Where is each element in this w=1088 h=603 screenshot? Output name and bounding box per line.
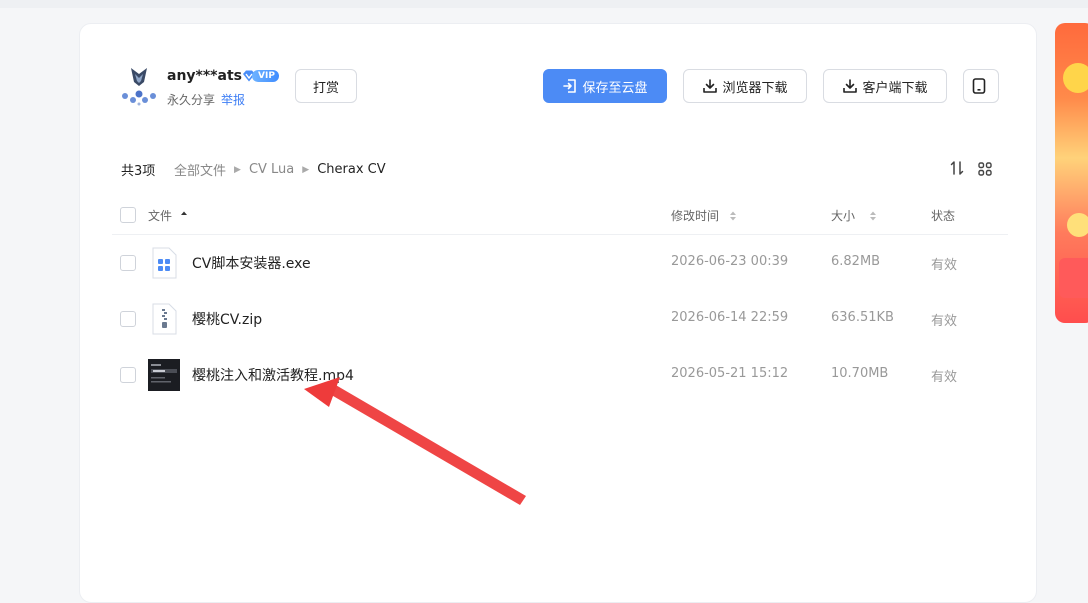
file-status: 有效 <box>931 258 958 273</box>
save-icon <box>563 79 577 93</box>
browser-download-button[interactable]: 浏览器下载 <box>683 69 807 103</box>
video-thumbnail <box>148 359 180 391</box>
file-size: 6.82MB <box>831 254 881 269</box>
exe-file-icon <box>152 247 177 279</box>
table-header: 文件 修改时间 大小 状态 <box>112 196 1008 235</box>
breadcrumb: 全部文件 ▶ CV Lua ▶ Cherax CV <box>174 160 386 179</box>
file-status: 有效 <box>931 370 958 385</box>
breadcrumb-separator-icon: ▶ <box>302 164 310 175</box>
file-date: 2026-06-23 00:39 <box>671 254 789 269</box>
top-bar <box>0 0 1088 8</box>
table-row[interactable]: CV脚本安装器.exe 2026-06-23 00:39 6.82MB 有效 <box>112 235 1008 291</box>
row-checkbox[interactable] <box>120 311 136 327</box>
share-type: 永久分享 <box>167 93 216 107</box>
phone-icon <box>972 78 986 94</box>
breadcrumb-separator-icon: ▶ <box>234 164 241 175</box>
table-row[interactable]: 樱桃CV.zip 2026-06-14 22:59 636.51KB 有效 <box>112 291 1008 347</box>
sort-icon[interactable] <box>950 160 964 176</box>
file-size: 636.51KB <box>831 310 894 325</box>
save-to-cloud-label: 保存至云盘 <box>582 80 648 96</box>
download-icon <box>703 79 718 93</box>
vip-badge: VIP <box>242 69 279 83</box>
file-status: 有效 <box>931 314 958 329</box>
download-icon <box>843 79 858 93</box>
zip-file-icon <box>152 303 177 335</box>
file-size: 10.70MB <box>831 366 889 381</box>
mobile-qr-button[interactable] <box>963 69 999 103</box>
table-row[interactable]: 樱桃注入和激活教程.mp4 2026-05-21 15:12 10.70MB 有… <box>112 347 1008 403</box>
report-link[interactable]: 举报 <box>221 91 245 108</box>
browser-download-label: 浏览器下载 <box>722 80 788 96</box>
column-size[interactable]: 大小 <box>831 207 879 224</box>
sort-icon <box>870 211 877 220</box>
row-checkbox[interactable] <box>120 367 136 383</box>
vip-label: VIP <box>252 70 279 82</box>
select-all-checkbox[interactable] <box>120 207 136 223</box>
file-name[interactable]: 樱桃CV.zip <box>192 309 262 329</box>
file-date: 2026-05-21 15:12 <box>671 366 789 381</box>
sort-icon <box>730 211 737 220</box>
avatar <box>122 68 156 106</box>
promo-banner[interactable] <box>1055 23 1088 323</box>
column-status-label: 状态 <box>931 209 956 223</box>
file-name[interactable]: 樱桃注入和激活教程.mp4 <box>192 365 354 385</box>
column-size-label: 大小 <box>831 209 856 223</box>
tip-button-label: 打赏 <box>312 80 339 96</box>
client-download-label: 客户端下载 <box>862 80 928 96</box>
grid-view-icon[interactable] <box>978 162 992 176</box>
file-name[interactable]: CV脚本安装器.exe <box>192 253 311 273</box>
item-count: 共3项 <box>121 164 156 179</box>
column-file-label: 文件 <box>148 209 173 223</box>
user-name: any***ats <box>167 68 242 84</box>
column-file[interactable]: 文件 <box>148 207 190 224</box>
column-modified-label: 修改时间 <box>671 209 720 223</box>
file-date: 2026-06-14 22:59 <box>671 310 789 325</box>
save-to-cloud-button[interactable]: 保存至云盘 <box>543 69 667 103</box>
breadcrumb-all-files[interactable]: 全部文件 <box>174 160 226 179</box>
tip-button[interactable]: 打赏 <box>295 69 357 103</box>
client-download-button[interactable]: 客户端下载 <box>823 69 947 103</box>
breadcrumb-cherax-cv: Cherax CV <box>317 162 386 177</box>
sort-asc-icon <box>181 211 188 215</box>
row-checkbox[interactable] <box>120 255 136 271</box>
breadcrumb-cv-lua[interactable]: CV Lua <box>249 162 294 177</box>
column-status: 状态 <box>931 207 955 224</box>
column-modified[interactable]: 修改时间 <box>671 207 739 224</box>
